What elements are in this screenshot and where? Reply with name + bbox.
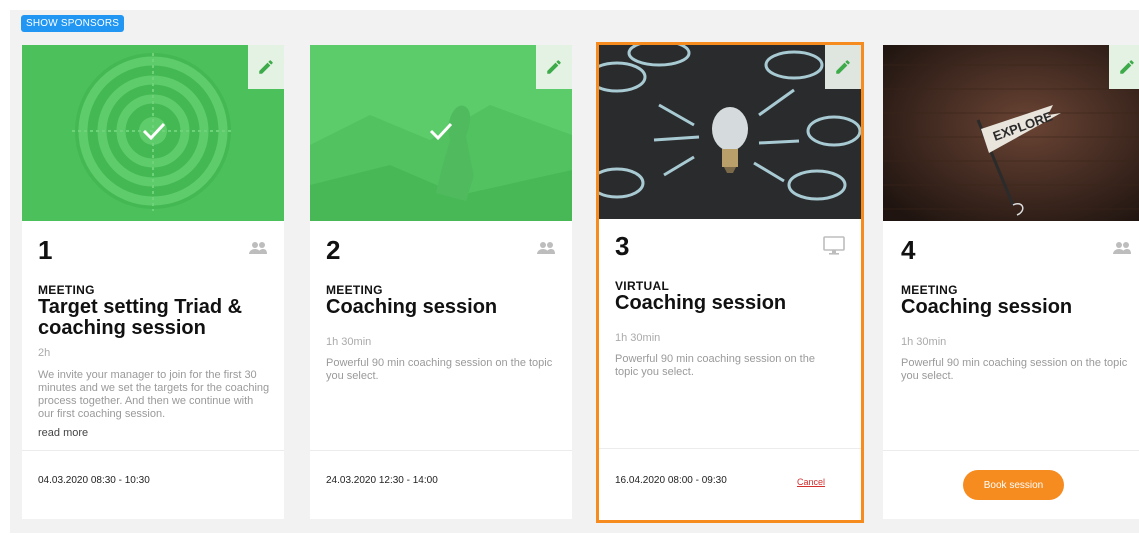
- edit-button[interactable]: [825, 45, 861, 89]
- session-number: 1: [38, 235, 53, 265]
- show-sponsors-button[interactable]: SHOW SPONSORS: [21, 15, 125, 32]
- session-duration: 1h 30min: [901, 336, 947, 348]
- monitor-icon: [823, 236, 845, 261]
- edit-button[interactable]: [248, 45, 284, 89]
- session-description: Powerful 90 min coaching session on the …: [901, 357, 1128, 382]
- people-icon: [1112, 241, 1132, 260]
- session-title: Coaching session: [901, 296, 1073, 318]
- divider: [599, 448, 861, 449]
- session-date: 16.04.2020 08:00 - 09:30: [615, 475, 727, 486]
- session-card-2[interactable]: 2 MEETING Coaching session 1h 30min Powe…: [310, 45, 572, 519]
- session-description: Powerful 90 min coaching session on the …: [326, 357, 553, 382]
- cancel-link[interactable]: Cancel: [797, 477, 825, 487]
- session-duration: 1h 30min: [615, 332, 661, 344]
- session-description: Powerful 90 min coaching session on the …: [615, 353, 815, 378]
- session-number: 3: [615, 231, 630, 261]
- session-kind: MEETING: [901, 283, 958, 297]
- session-card-4[interactable]: EXPLORE 4 MEETING Coaching session 1h 30…: [883, 45, 1139, 519]
- read-more-link[interactable]: read more: [38, 427, 88, 439]
- session-title: Target setting Triad & coaching session: [38, 296, 243, 339]
- session-kind: VIRTUAL: [615, 279, 670, 293]
- people-icon: [248, 241, 268, 260]
- target-image: [22, 45, 284, 221]
- divider: [310, 450, 572, 451]
- mountain-image: [310, 45, 572, 221]
- session-description: We invite your manager to join for the f…: [38, 369, 270, 420]
- lightbulb-image: [599, 45, 861, 219]
- people-icon: [536, 241, 556, 260]
- session-number: 2: [326, 235, 341, 265]
- session-card-1[interactable]: 1 MEETING Target setting Triad & coachin…: [22, 45, 284, 519]
- divider: [883, 450, 1139, 451]
- edit-button[interactable]: [1109, 45, 1139, 89]
- session-date: 24.03.2020 12:30 - 14:00: [326, 475, 438, 486]
- session-title: Coaching session: [615, 292, 787, 314]
- session-date: 04.03.2020 08:30 - 10:30: [38, 475, 150, 486]
- session-card-3[interactable]: 3 VIRTUAL Coaching session 1h 30min Powe…: [596, 42, 864, 523]
- divider: [22, 450, 284, 451]
- book-session-button[interactable]: Book session: [963, 470, 1064, 500]
- pencil-icon: [547, 60, 561, 74]
- edit-button[interactable]: [536, 45, 572, 89]
- explore-flag-image: EXPLORE: [883, 45, 1139, 221]
- session-kind: MEETING: [38, 283, 95, 297]
- session-title: Coaching session: [326, 296, 498, 318]
- session-duration: 2h: [38, 347, 51, 359]
- session-number: 4: [901, 235, 916, 265]
- pencil-icon: [836, 60, 850, 74]
- session-kind: MEETING: [326, 283, 383, 297]
- pencil-icon: [259, 60, 273, 74]
- pencil-icon: [1120, 60, 1134, 74]
- session-duration: 1h 30min: [326, 336, 372, 348]
